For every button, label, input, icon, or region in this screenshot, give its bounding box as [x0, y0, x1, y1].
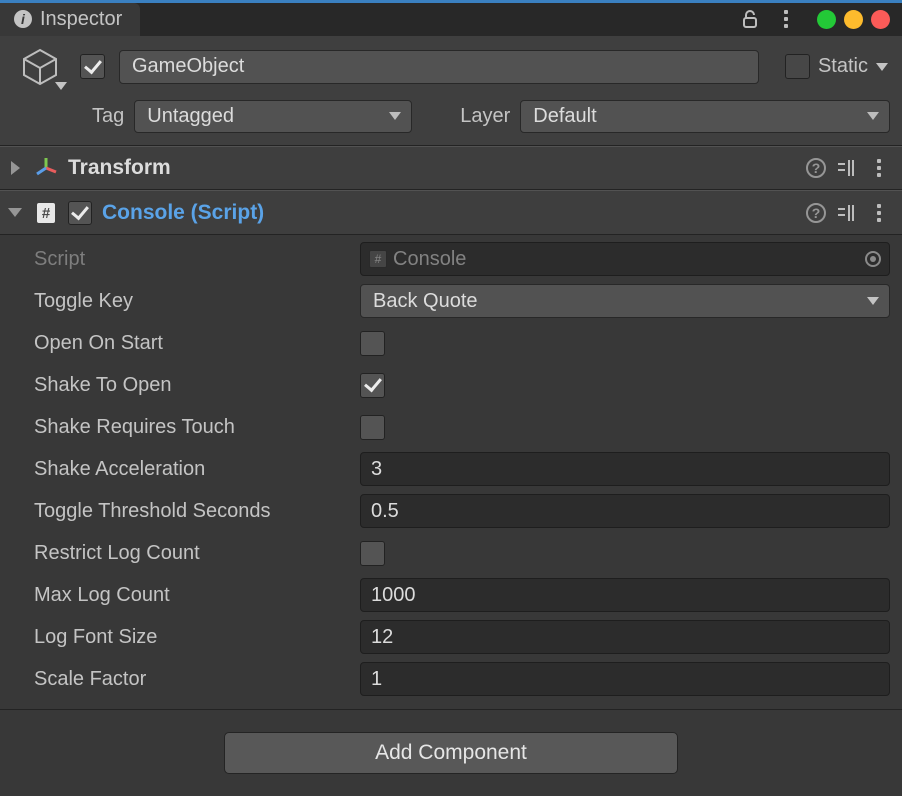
- max-log-count-input[interactable]: [360, 578, 890, 612]
- console-component-header[interactable]: # Console (Script) ?: [0, 190, 902, 235]
- script-value: Console: [393, 248, 466, 271]
- chevron-down-icon: [867, 112, 879, 120]
- add-component-button[interactable]: Add Component: [224, 732, 678, 774]
- scale-factor-label: Scale Factor: [34, 668, 360, 691]
- gameobject-header: Static Tag Untagged Layer Default: [0, 36, 902, 146]
- preset-icon[interactable]: [836, 157, 858, 179]
- shake-requires-touch-checkbox[interactable]: [360, 415, 385, 440]
- gameobject-enabled-checkbox[interactable]: [80, 54, 105, 79]
- window-dot-yellow[interactable]: [844, 10, 863, 29]
- info-icon: i: [14, 10, 32, 28]
- svg-text:#: #: [42, 205, 51, 222]
- console-title[interactable]: Console (Script): [102, 201, 264, 225]
- help-icon[interactable]: ?: [806, 158, 826, 178]
- tab-bar: i Inspector: [0, 0, 902, 36]
- add-component-label: Add Component: [375, 741, 527, 765]
- shake-to-open-checkbox[interactable]: [360, 373, 385, 398]
- component-menu-icon[interactable]: [868, 202, 890, 224]
- transform-icon: [34, 156, 58, 180]
- transform-component-header[interactable]: Transform ?: [0, 146, 902, 191]
- tag-dropdown[interactable]: Untagged: [134, 100, 412, 133]
- prop-max-log-count: Max Log Count: [34, 577, 890, 613]
- static-checkbox[interactable]: [785, 54, 810, 79]
- toggle-threshold-label: Toggle Threshold Seconds: [34, 500, 360, 523]
- layer-label: Layer: [440, 105, 510, 128]
- prop-scale-factor: Scale Factor: [34, 661, 890, 697]
- static-dropdown-icon[interactable]: [876, 63, 888, 71]
- window-controls: [817, 10, 890, 29]
- max-log-count-label: Max Log Count: [34, 584, 360, 607]
- prop-restrict-log-count: Restrict Log Count: [34, 535, 890, 571]
- foldout-collapsed-icon[interactable]: [6, 161, 24, 175]
- transform-title: Transform: [68, 156, 171, 180]
- open-on-start-label: Open On Start: [34, 332, 360, 355]
- toggle-key-dropdown[interactable]: Back Quote: [360, 284, 890, 318]
- object-picker-icon[interactable]: [865, 251, 881, 267]
- shake-acceleration-input[interactable]: [360, 452, 890, 486]
- preset-icon[interactable]: [836, 202, 858, 224]
- prop-script: Script # Console: [34, 241, 890, 277]
- restrict-log-count-checkbox[interactable]: [360, 541, 385, 566]
- console-enabled-checkbox[interactable]: [68, 201, 92, 225]
- prop-toggle-key: Toggle Key Back Quote: [34, 283, 890, 319]
- inspector-tab[interactable]: i Inspector: [0, 3, 140, 36]
- prop-shake-acceleration: Shake Acceleration: [34, 451, 890, 487]
- component-menu-icon[interactable]: [868, 157, 890, 179]
- restrict-log-count-label: Restrict Log Count: [34, 542, 360, 565]
- script-mini-icon: #: [369, 250, 387, 268]
- script-label: Script: [34, 248, 360, 271]
- tag-value: Untagged: [147, 105, 234, 128]
- toggle-key-label: Toggle Key: [34, 290, 360, 313]
- help-icon[interactable]: ?: [806, 203, 826, 223]
- add-component-area: Add Component: [0, 710, 902, 796]
- script-icon: #: [34, 201, 58, 225]
- window-dot-green[interactable]: [817, 10, 836, 29]
- inspector-panel: i Inspector: [0, 0, 902, 796]
- shake-requires-touch-label: Shake Requires Touch: [34, 416, 360, 439]
- script-field[interactable]: # Console: [360, 242, 890, 276]
- shake-to-open-label: Shake To Open: [34, 374, 360, 397]
- lock-icon[interactable]: [739, 8, 761, 30]
- layer-dropdown[interactable]: Default: [520, 100, 890, 133]
- gameobject-icon[interactable]: [14, 46, 66, 88]
- prop-toggle-threshold: Toggle Threshold Seconds: [34, 493, 890, 529]
- chevron-down-icon: [55, 82, 67, 90]
- chevron-down-icon: [389, 112, 401, 120]
- tag-label: Tag: [92, 105, 124, 128]
- tab-title: Inspector: [40, 8, 122, 31]
- prop-shake-to-open: Shake To Open: [34, 367, 890, 403]
- chevron-down-icon: [867, 297, 879, 305]
- toggle-threshold-input[interactable]: [360, 494, 890, 528]
- scale-factor-input[interactable]: [360, 662, 890, 696]
- log-font-size-input[interactable]: [360, 620, 890, 654]
- open-on-start-checkbox[interactable]: [360, 331, 385, 356]
- gameobject-name-input[interactable]: [119, 50, 759, 84]
- foldout-expanded-icon[interactable]: [6, 208, 24, 217]
- static-label: Static: [818, 55, 868, 78]
- toggle-key-value: Back Quote: [373, 290, 478, 313]
- prop-open-on-start: Open On Start: [34, 325, 890, 361]
- shake-acceleration-label: Shake Acceleration: [34, 458, 360, 481]
- window-dot-red[interactable]: [871, 10, 890, 29]
- console-component-body: Script # Console Toggle Key Back Quote O…: [0, 235, 902, 710]
- prop-log-font-size: Log Font Size: [34, 619, 890, 655]
- tab-bar-right: [739, 3, 902, 36]
- prop-shake-requires-touch: Shake Requires Touch: [34, 409, 890, 445]
- tab-menu-icon[interactable]: [775, 8, 797, 30]
- log-font-size-label: Log Font Size: [34, 626, 360, 649]
- layer-value: Default: [533, 105, 596, 128]
